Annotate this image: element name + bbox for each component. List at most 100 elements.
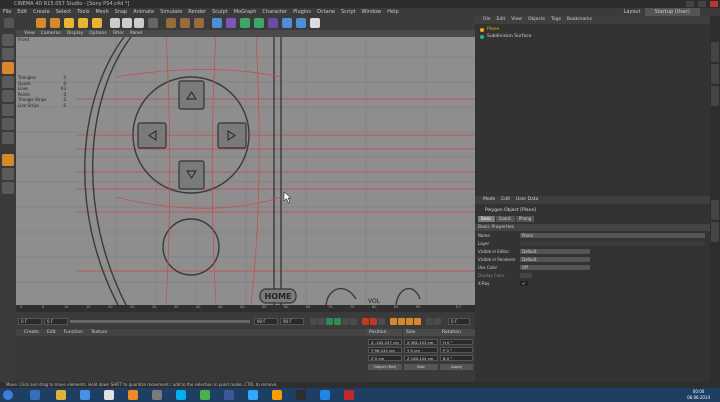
edges-mode-icon[interactable] <box>2 118 14 130</box>
skype-icon[interactable] <box>176 390 186 400</box>
menu-plugins[interactable]: Plugins <box>293 8 311 16</box>
menu-create[interactable]: Create <box>33 8 50 16</box>
size-mode-dropdown[interactable]: Size <box>404 364 438 370</box>
menu-simulate[interactable]: Simulate <box>160 8 182 16</box>
objects-menu-tags[interactable]: Tags <box>551 16 561 24</box>
menu-window[interactable]: Window <box>362 8 382 16</box>
array-icon[interactable] <box>254 18 264 28</box>
move-icon[interactable] <box>50 18 60 28</box>
go-to-end-icon[interactable] <box>350 318 357 325</box>
side-tab-attributes[interactable] <box>711 200 719 220</box>
tweak-mode-icon[interactable] <box>2 168 14 180</box>
menu-sculpt[interactable]: Sculpt <box>212 8 228 16</box>
light-icon[interactable] <box>310 18 320 28</box>
size-z-field[interactable]: Z 160.144 cm <box>404 355 438 361</box>
menu-file[interactable]: File <box>3 8 11 16</box>
use-color-dropdown[interactable]: Off <box>520 265 590 270</box>
objects-menu-file[interactable]: File <box>483 16 491 24</box>
object-mode-icon[interactable] <box>2 62 14 74</box>
subdivision-icon[interactable] <box>240 18 250 28</box>
timeline-ruler[interactable]: 0 5 10 15 20 25 30 35 40 45 50 55 60 65 … <box>16 305 475 312</box>
end-frame-field[interactable]: 90 F <box>254 318 278 325</box>
app-icon-4[interactable] <box>224 390 234 400</box>
tab-coord[interactable]: Coord. <box>495 216 515 222</box>
viewport-menu-view[interactable]: View <box>24 30 35 37</box>
cinema4d-icon[interactable] <box>296 390 306 400</box>
render-settings-icon[interactable] <box>194 18 204 28</box>
coordinate-mode-dropdown[interactable]: Object (Rel) <box>368 364 402 370</box>
rotation-p-field[interactable]: P 0 ° <box>440 347 473 353</box>
side-tab-layers[interactable] <box>711 222 719 242</box>
attr-menu-mode[interactable]: Mode <box>483 196 495 204</box>
scale-icon[interactable] <box>64 18 74 28</box>
explorer-icon[interactable] <box>56 390 66 400</box>
viewport-menu-cameras[interactable]: Cameras <box>41 30 61 37</box>
xray-checkbox[interactable]: ✔ <box>520 281 528 286</box>
side-tab-structure[interactable] <box>711 86 719 106</box>
autokey-icon[interactable] <box>370 318 377 325</box>
menu-help[interactable]: Help <box>387 8 398 16</box>
app-icon-3[interactable] <box>152 390 162 400</box>
previous-key-icon[interactable] <box>318 318 325 325</box>
size-x-field[interactable]: X 361.153 cm <box>404 339 438 345</box>
name-field[interactable]: Plane <box>520 233 705 238</box>
menu-tools[interactable]: Tools <box>77 8 89 16</box>
undo-icon[interactable] <box>4 18 14 28</box>
position-key-icon[interactable] <box>390 318 397 325</box>
menu-character[interactable]: Character <box>262 8 287 16</box>
rotate-icon[interactable] <box>78 18 88 28</box>
minimize-button[interactable] <box>686 1 694 7</box>
range-slider[interactable] <box>70 320 250 323</box>
tab-phong[interactable]: Phong <box>515 216 535 222</box>
object-item-plane[interactable]: Plane <box>475 26 710 33</box>
photoshop-icon[interactable] <box>248 390 258 400</box>
record-keys-icon[interactable] <box>362 318 369 325</box>
z-axis-icon[interactable] <box>134 18 144 28</box>
timeline-layout-icon[interactable] <box>434 318 441 325</box>
material-menu-texture[interactable]: Texture <box>91 329 107 336</box>
deformer-icon[interactable] <box>268 18 278 28</box>
menu-snap[interactable]: Snap <box>115 8 128 16</box>
model-mode-icon[interactable] <box>2 48 14 60</box>
add-icon[interactable] <box>92 18 102 28</box>
objects-menu-objects[interactable]: Objects <box>528 16 545 24</box>
camera-icon[interactable] <box>296 18 306 28</box>
menu-mesh[interactable]: Mesh <box>95 8 108 16</box>
tab-basic[interactable]: Basic <box>478 216 495 222</box>
polygons-mode-icon[interactable] <box>2 132 14 144</box>
close-button[interactable] <box>710 1 718 7</box>
viewport-menu-filter[interactable]: Filter <box>113 30 124 37</box>
material-area[interactable] <box>16 336 366 382</box>
rotation-key-icon[interactable] <box>406 318 413 325</box>
material-menu-edit[interactable]: Edit <box>47 329 56 336</box>
app-icon-5[interactable] <box>320 390 330 400</box>
pen-icon[interactable] <box>226 18 236 28</box>
texture-mode-icon[interactable] <box>2 76 14 88</box>
side-tab-objects[interactable] <box>711 42 719 62</box>
menu-select[interactable]: Select <box>56 8 71 16</box>
position-y-field[interactable]: Y 96.415 cm <box>368 347 402 353</box>
menu-render[interactable]: Render <box>188 8 206 16</box>
attr-menu-user-data[interactable]: User Data <box>516 196 538 204</box>
viewport-menu-panel[interactable]: Panel <box>130 30 142 37</box>
keyframe-selection-icon[interactable] <box>378 318 385 325</box>
live-selection-icon[interactable] <box>36 18 46 28</box>
material-menu-create[interactable]: Create <box>24 329 39 336</box>
cube-icon[interactable] <box>212 18 222 28</box>
menu-octane[interactable]: Octane <box>317 8 335 16</box>
start-frame-field[interactable]: 0 F <box>18 318 42 325</box>
chrome-icon[interactable] <box>200 390 210 400</box>
next-key-icon[interactable] <box>342 318 349 325</box>
end-frame-field-2[interactable]: 90 F <box>280 318 304 325</box>
render-picture-viewer-icon[interactable] <box>180 18 190 28</box>
app-icon-2[interactable] <box>104 390 114 400</box>
menu-mograph[interactable]: MoGraph <box>234 8 257 16</box>
workplane-icon[interactable] <box>2 90 14 102</box>
environment-icon[interactable] <box>282 18 292 28</box>
snap-icon[interactable] <box>2 182 14 194</box>
rotation-b-field[interactable]: B 0 ° <box>440 355 473 361</box>
visible-renderer-dropdown[interactable]: Default <box>520 257 590 262</box>
attr-menu-edit[interactable]: Edit <box>501 196 510 204</box>
start-button-icon[interactable] <box>3 390 13 400</box>
parameter-key-icon[interactable] <box>414 318 421 325</box>
